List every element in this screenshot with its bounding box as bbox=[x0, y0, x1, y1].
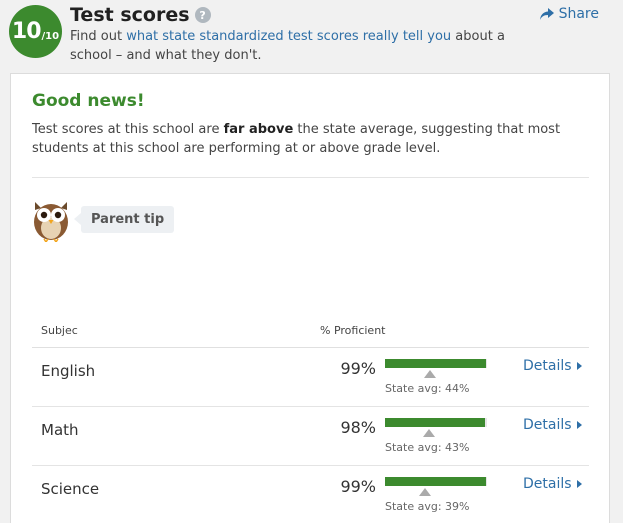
column-header-proficient: % Proficient bbox=[320, 324, 386, 337]
proficiency-bar bbox=[385, 359, 487, 368]
scores-table: Subjec % Proficient English 99% State av… bbox=[32, 310, 589, 523]
state-avg-marker bbox=[418, 488, 431, 496]
help-icon[interactable]: ? bbox=[194, 7, 211, 23]
good-news-heading: Good news! bbox=[32, 91, 145, 111]
caret-right-icon bbox=[576, 421, 582, 429]
summary-emphasis: far above bbox=[223, 122, 294, 137]
details-link[interactable]: Details bbox=[523, 358, 582, 374]
state-average: State avg: 39% bbox=[385, 500, 470, 513]
divider bbox=[32, 177, 589, 178]
state-avg-marker bbox=[423, 370, 436, 378]
column-header-subject: Subjec bbox=[41, 324, 78, 337]
section-subtitle: Find out what state standardized test sc… bbox=[70, 27, 510, 65]
title-row: Test scores ? bbox=[70, 4, 211, 26]
section-title: Test scores bbox=[70, 4, 190, 26]
proficiency-bar-fill bbox=[385, 418, 485, 427]
rating-value: 10 bbox=[11, 19, 42, 44]
details-label: Details bbox=[523, 417, 572, 433]
details-link[interactable]: Details bbox=[523, 476, 582, 492]
details-link[interactable]: Details bbox=[523, 417, 582, 433]
test-scores-info-link[interactable]: what state standardized test scores real… bbox=[126, 29, 451, 44]
details-label: Details bbox=[523, 476, 572, 492]
caret-right-icon bbox=[576, 480, 582, 488]
proficiency-bar-fill bbox=[385, 477, 486, 486]
subject-name: Math bbox=[41, 421, 79, 439]
state-average: State avg: 43% bbox=[385, 441, 470, 454]
share-button[interactable]: Share bbox=[539, 6, 599, 22]
test-scores-card: Good news! Test scores at this school ar… bbox=[10, 73, 610, 523]
percent-proficient: 98% bbox=[340, 418, 376, 437]
section-header: 10 /10 Test scores ? Find out what state… bbox=[0, 0, 623, 74]
share-label: Share bbox=[558, 6, 599, 22]
subtitle-prefix: Find out bbox=[70, 29, 127, 44]
parent-tip-button[interactable]: Parent tip bbox=[73, 206, 175, 233]
state-avg-marker bbox=[422, 429, 435, 437]
proficiency-bar bbox=[385, 418, 487, 427]
share-arrow-icon bbox=[539, 8, 554, 20]
table-header: Subjec % Proficient bbox=[32, 310, 589, 348]
subject-name: English bbox=[41, 362, 96, 380]
percent-proficient: 99% bbox=[340, 359, 376, 378]
percent-proficient: 99% bbox=[340, 477, 376, 496]
owl-icon bbox=[34, 202, 68, 242]
proficiency-bar-fill bbox=[385, 359, 486, 368]
caret-right-icon bbox=[576, 362, 582, 370]
proficiency-bar bbox=[385, 477, 487, 486]
state-average: State avg: 44% bbox=[385, 382, 470, 395]
table-row: Science 99% State avg: 39% Details bbox=[32, 466, 589, 523]
summary-prefix: Test scores at this school are bbox=[32, 122, 224, 137]
table-row: Math 98% State avg: 43% Details bbox=[32, 407, 589, 466]
summary-text: Test scores at this school are far above… bbox=[32, 120, 572, 158]
details-label: Details bbox=[523, 358, 572, 374]
table-row: English 99% State avg: 44% Details bbox=[32, 348, 589, 407]
rating-badge: 10 /10 bbox=[9, 5, 62, 58]
subject-name: Science bbox=[41, 480, 100, 498]
rating-out-of: /10 bbox=[41, 31, 60, 42]
